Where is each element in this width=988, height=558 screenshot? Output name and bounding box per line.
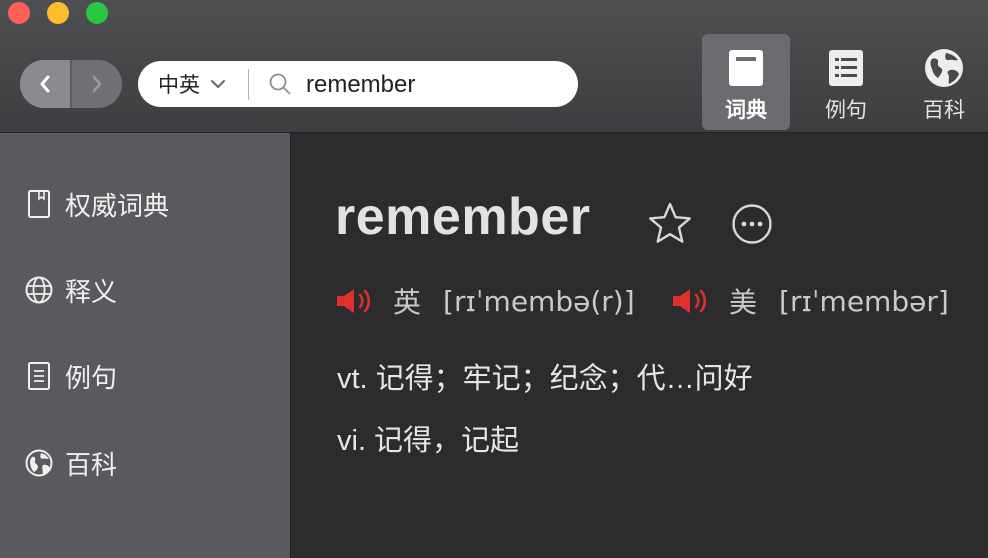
sidebar-item-definitions[interactable]: 释义: [24, 270, 117, 310]
more-options-icon[interactable]: [731, 203, 773, 250]
sidebar-item-label: 权威词典: [65, 190, 170, 221]
sidebar-item-label: 释义: [65, 276, 118, 307]
tab-encyclopedia[interactable]: 百科: [900, 34, 988, 130]
chevron-left-icon: [40, 75, 50, 93]
sidebar-item-label: 百科: [65, 449, 118, 480]
sidebar: 权威词典 释义 例句 百科: [0, 133, 291, 558]
chevron-down-icon: [210, 79, 226, 89]
tab-examples[interactable]: 例句: [802, 34, 890, 130]
sidebar-item-examples[interactable]: 例句: [24, 356, 117, 396]
definition-line: vt. 记得；牢记；纪念；代…问好: [337, 363, 753, 395]
back-button[interactable]: [20, 60, 70, 108]
sidebar-item-authoritative-dictionary[interactable]: 权威词典: [24, 184, 169, 224]
pronunciation-ipa: [rɪˈmembə(r)]: [443, 284, 635, 318]
book-icon: [24, 189, 54, 219]
tab-examples-label: 例句: [825, 99, 867, 122]
chevron-right-icon: [92, 75, 102, 93]
pronunciation-ipa: [rɪˈmembər]: [779, 284, 949, 318]
pronunciation-region: 英: [393, 287, 422, 318]
globe-outline-icon: [24, 275, 54, 305]
navigation-buttons: [20, 60, 122, 108]
pronunciation-us: 美 [rɪˈmembər]: [671, 281, 949, 321]
pronunciation-uk: 英 [rɪˈmembə(r)]: [335, 281, 635, 321]
dictionary-entry: remember 英 [rɪˈmembə(r)] 美 [rɪˈmembər] v…: [291, 133, 988, 558]
window-maximize-button[interactable]: [86, 2, 108, 24]
headword: remember: [335, 188, 591, 246]
search-input[interactable]: [304, 65, 568, 105]
definition-line: vi. 记得，记起: [337, 425, 520, 457]
toolbar: 中英 词典: [0, 0, 988, 133]
language-select[interactable]: 中英: [158, 61, 226, 107]
window-close-button[interactable]: [8, 2, 30, 24]
speaker-icon[interactable]: [671, 286, 711, 316]
language-select-label: 中英: [158, 74, 200, 97]
window-minimize-button[interactable]: [47, 2, 69, 24]
forward-button[interactable]: [72, 60, 122, 108]
pronunciation-region: 美: [729, 287, 758, 318]
globe-icon: [925, 49, 963, 87]
dictionary-book-icon: [729, 50, 763, 86]
globe-icon: [24, 448, 54, 478]
search-bar: 中英: [138, 61, 578, 107]
tab-encyclopedia-label: 百科: [923, 99, 965, 122]
sidebar-item-label: 例句: [65, 362, 118, 393]
search-divider: [248, 69, 249, 100]
document-icon: [24, 361, 54, 391]
list-document-icon: [829, 50, 863, 86]
favorite-star-icon[interactable]: [647, 201, 693, 250]
sidebar-item-encyclopedia[interactable]: 百科: [24, 443, 117, 483]
search-icon: [268, 72, 292, 101]
tab-dictionary[interactable]: 词典: [702, 34, 790, 130]
tab-dictionary-label: 词典: [725, 99, 767, 122]
speaker-icon[interactable]: [335, 286, 375, 316]
